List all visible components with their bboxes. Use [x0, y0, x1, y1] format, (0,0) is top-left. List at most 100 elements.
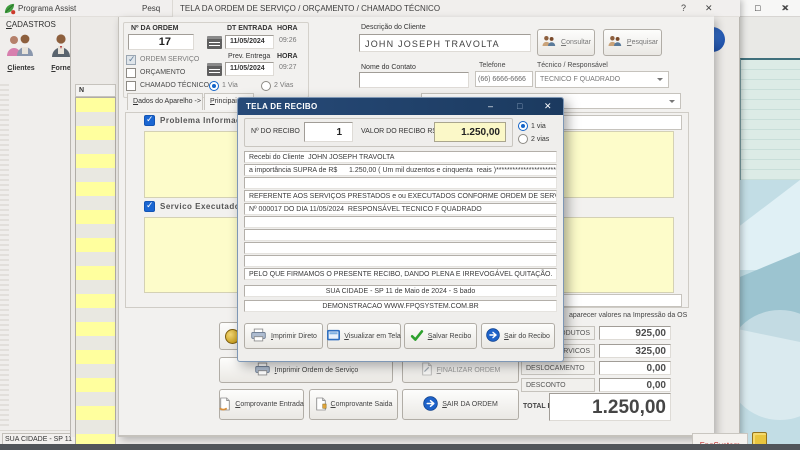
orcamento-label: ORÇAMENTO: [140, 69, 185, 77]
receipt-line[interactable]: PELO QUE FIRMAMOS O PRESENTE RECIBO, DAN…: [244, 268, 557, 280]
receipt-preview-button[interactable]: Visualizar em Tela: [327, 323, 401, 349]
service-checkbox[interactable]: [144, 201, 155, 212]
receipt-amount-label: VALOR DO RECIBO R$: [361, 128, 436, 135]
printer-icon: [254, 362, 271, 378]
receipt-save-button[interactable]: Salvar Recibo: [404, 323, 477, 349]
exit-order-button[interactable]: SAIR DA ORDEM: [402, 389, 519, 420]
exit-order-arrow-icon: [423, 396, 438, 413]
total-row-value-servicos: 325,00: [599, 344, 671, 358]
receipt-line[interactable]: [244, 242, 557, 254]
entry-date-value: 11/05/2024: [230, 38, 265, 45]
order-number-input[interactable]: 17: [128, 34, 194, 50]
calendar-icon-entrada[interactable]: [207, 36, 222, 49]
receipt-print-label: Imprimir Direto: [271, 333, 317, 340]
desktop: □ ✕ Programa Assist CADASTROS APA Client…: [0, 0, 800, 450]
clientes-people-icon: [6, 47, 36, 64]
type-check-ordem-servico[interactable]: ORDEM SERVIÇO: [126, 55, 199, 65]
problem-check-row[interactable]: Problema Informado:: [144, 115, 250, 126]
pesq-blue-button-edge[interactable]: [714, 27, 725, 52]
chamado-checkbox[interactable]: [126, 81, 136, 91]
delivery-date-label: Prev. Entrega: [228, 53, 270, 60]
receipt-print-button[interactable]: Imprimir Direto: [244, 323, 323, 349]
receipt-line[interactable]: REFERENTE AOS SERVIÇOS PRESTADOS e ou EX…: [244, 190, 557, 202]
receipt-line[interactable]: [244, 229, 557, 241]
order-number-label: Nº DA ORDEM: [131, 25, 178, 32]
fornecedores-person-icon: [50, 47, 72, 64]
receipt-via1-label: 1 via: [531, 123, 546, 130]
receipt-line[interactable]: [244, 216, 557, 228]
contact-label: Nome do Contato: [361, 64, 416, 71]
receipt-amount-input[interactable]: 1.250,00: [434, 122, 506, 142]
delivery-date-input[interactable]: 11/05/2024: [225, 62, 274, 76]
left-gutter: [0, 84, 9, 428]
consultar-button[interactable]: Consultar: [537, 29, 595, 56]
client-input[interactable]: JOHN JOSEPH TRAVOLTA: [359, 34, 531, 52]
consultar-people-icon: [541, 35, 557, 50]
problem-checkbox[interactable]: [144, 115, 155, 126]
receipt-number-value: 1: [336, 127, 342, 138]
print-os-label: Imprimir Ordem de Serviço: [275, 367, 359, 374]
via-radio-1[interactable]: 1 Via: [209, 81, 238, 91]
order-close-button[interactable]: ✕: [705, 3, 713, 14]
receipt-out-button[interactable]: Comprovante Saida: [309, 389, 398, 420]
app-maximize-button[interactable]: □: [755, 3, 760, 13]
phone-input[interactable]: (66) 6666-6666: [475, 71, 533, 87]
receipt-via-1[interactable]: 1 via: [518, 121, 546, 131]
type-check-chamado[interactable]: CHAMADO TÉCNICO: [126, 81, 209, 91]
receipt-close-button[interactable]: ✕: [544, 101, 552, 112]
toolbar-clientes-label: Clientes: [3, 65, 39, 72]
total-row-value-desconto: 0,00: [599, 378, 671, 392]
receipt-minimize-button[interactable]: –: [488, 101, 493, 111]
receipt-out-label: Comprovante Saida: [331, 401, 393, 408]
receipt-line[interactable]: Recebi do Cliente JOHN JOSEPH TRAVOLTA: [244, 151, 557, 163]
via2-radio[interactable]: [261, 81, 271, 91]
pesq-grid-header: N: [75, 84, 116, 97]
receipt-line-demo[interactable]: DEMONSTRACAO WWW.FPQSYSTEM.COM.BR: [244, 300, 557, 312]
receipt-maximize-button[interactable]: □: [517, 101, 522, 111]
menu-cadastros[interactable]: CADASTROS: [6, 20, 56, 29]
app-close-button[interactable]: ✕: [781, 3, 789, 14]
contact-input[interactable]: [359, 72, 469, 88]
monitor-icon: [327, 329, 340, 344]
via-radio-2[interactable]: 2 Vias: [261, 81, 293, 91]
type-check-orcamento[interactable]: ORÇAMENTO: [126, 68, 185, 78]
taskbar[interactable]: [0, 444, 800, 450]
receipt-line-city-date[interactable]: SUA CIDADE - SP 11 de Maio de 2024 - S b…: [244, 285, 557, 297]
receipt-in-button[interactable]: Comprovante Entrada: [219, 389, 304, 420]
receipt-titlebar[interactable]: TELA DE RECIBO – □ ✕: [238, 98, 563, 115]
pesq-grid[interactable]: [75, 97, 116, 447]
order-window-titlebar[interactable]: TELA DA ORDEM DE SERVIÇO / ORÇAMENTO / C…: [172, 0, 714, 17]
receipt-line[interactable]: a importância SUPRA de R$ 1.250,00 ( Um …: [244, 164, 557, 176]
pesquisar-button[interactable]: Pesquisar: [603, 29, 662, 56]
equipment-chevron-down-icon: [669, 100, 675, 106]
receipt-via-2[interactable]: 2 vias: [518, 134, 549, 144]
service-check-row[interactable]: Servico Executado:: [144, 201, 243, 212]
orcamento-checkbox[interactable]: [126, 68, 136, 78]
receipt-number-input[interactable]: 1: [304, 122, 353, 142]
order-window-title: TELA DA ORDEM DE SERVIÇO / ORÇAMENTO / C…: [180, 4, 440, 13]
receipt-line[interactable]: [244, 177, 557, 189]
receipt-exit-button[interactable]: Sair do Recibo: [481, 323, 555, 349]
ordem-servico-checkbox[interactable]: [126, 55, 136, 65]
total-row-value-deslocamento: 0,00: [599, 361, 671, 375]
receipt-number-label: Nº DO RECIBO: [251, 128, 300, 135]
tab-dados-aparelho[interactable]: Dados do Aparelho ->: [127, 93, 203, 110]
entry-date-label: DT ENTRADA: [227, 25, 273, 32]
receipt-via1-radio[interactable]: [518, 121, 528, 131]
produtos-value: 925,00: [635, 328, 666, 339]
calendar-icon-entrega[interactable]: [207, 63, 222, 76]
entry-date-input[interactable]: 11/05/2024: [225, 35, 274, 49]
receipt-via2-radio[interactable]: [518, 134, 528, 144]
receipt-line[interactable]: [244, 255, 557, 267]
receipt-line[interactable]: Nº 000017 DO DIA 11/05/2024 RESPONSÁVEL …: [244, 203, 557, 215]
technician-select[interactable]: TECNICO F QUADRADO: [535, 71, 669, 88]
check-icon: [410, 329, 424, 344]
ordem-servico-label: ORDEM SERVIÇO: [140, 56, 199, 64]
via1-radio[interactable]: [209, 81, 219, 91]
receipt-dialog: TELA DE RECIBO – □ ✕ Nº DO RECIBO 1 VALO…: [237, 97, 564, 362]
toolbar-button-clientes[interactable]: Clientes: [3, 34, 39, 80]
entry-time-box: 09:26: [277, 35, 303, 49]
order-help-button[interactable]: ?: [681, 3, 686, 13]
finalize-label: FINALIZAR ORDEM: [437, 367, 501, 374]
delivery-hora-label: HORA: [277, 53, 298, 60]
